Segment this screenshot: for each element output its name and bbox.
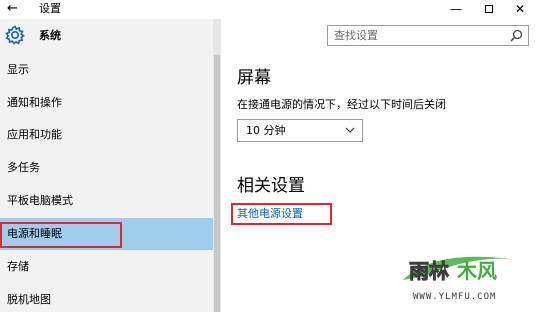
back-arrow-icon[interactable]: ← xyxy=(7,1,27,17)
close-button[interactable]: ✕ xyxy=(505,0,535,18)
sidebar-item-tablet-mode[interactable]: 平板电脑模式 xyxy=(0,186,213,216)
screen-timeout-description: 在接通电源的情况下，经过以下时间后关闭 xyxy=(237,98,446,111)
section-title-screen: 屏幕 xyxy=(237,68,271,88)
minimize-button[interactable]: — xyxy=(441,0,471,18)
search-placeholder: 查找设置 xyxy=(334,29,378,42)
watermark-graphic: 雨林 木风 xyxy=(403,256,517,283)
sidebar-item-display[interactable]: 显示 xyxy=(0,55,213,85)
title-bar: ← 设置 — ✕ xyxy=(0,0,535,19)
sidebar-item-multitasking[interactable]: 多任务 xyxy=(0,153,213,183)
maximize-button[interactable] xyxy=(474,0,504,18)
dropdown-value: 10 分钟 xyxy=(246,124,286,137)
watermark-logo: 雨林 木风 WWW.YLMFU.COM xyxy=(395,240,535,312)
svg-text:雨林: 雨林 xyxy=(409,259,449,283)
search-icon[interactable] xyxy=(510,29,523,42)
related-settings-title: 相关设置 xyxy=(237,176,305,196)
sidebar-item-notifications[interactable]: 通知和操作 xyxy=(0,88,213,118)
sidebar-scrollbar[interactable] xyxy=(213,19,221,312)
sidebar-title: 系统 xyxy=(39,29,61,42)
screen-timeout-dropdown[interactable]: 10 分钟 xyxy=(237,119,363,142)
sidebar: 系统 显示 通知和操作 应用和功能 多任务 平板电脑模式 电源和睡眠 存储 脱机… xyxy=(0,19,213,312)
watermark-url: WWW.YLMFU.COM xyxy=(413,292,497,302)
sidebar-item-storage[interactable]: 存储 xyxy=(0,252,213,282)
sidebar-item-apps[interactable]: 应用和功能 xyxy=(0,120,213,150)
svg-text:木风: 木风 xyxy=(456,259,497,283)
sidebar-item-offline-maps[interactable]: 脱机地图 xyxy=(0,285,213,312)
highlight-box-link xyxy=(231,203,332,225)
gear-icon xyxy=(5,25,25,45)
window-title: 设置 xyxy=(39,2,61,15)
maximize-icon xyxy=(485,4,493,13)
search-input[interactable]: 查找设置 xyxy=(327,25,529,46)
scrollbar-thumb[interactable] xyxy=(214,55,220,312)
sidebar-header: 系统 xyxy=(0,19,213,55)
highlight-box-sidebar xyxy=(0,222,122,248)
chevron-down-icon xyxy=(345,127,355,133)
